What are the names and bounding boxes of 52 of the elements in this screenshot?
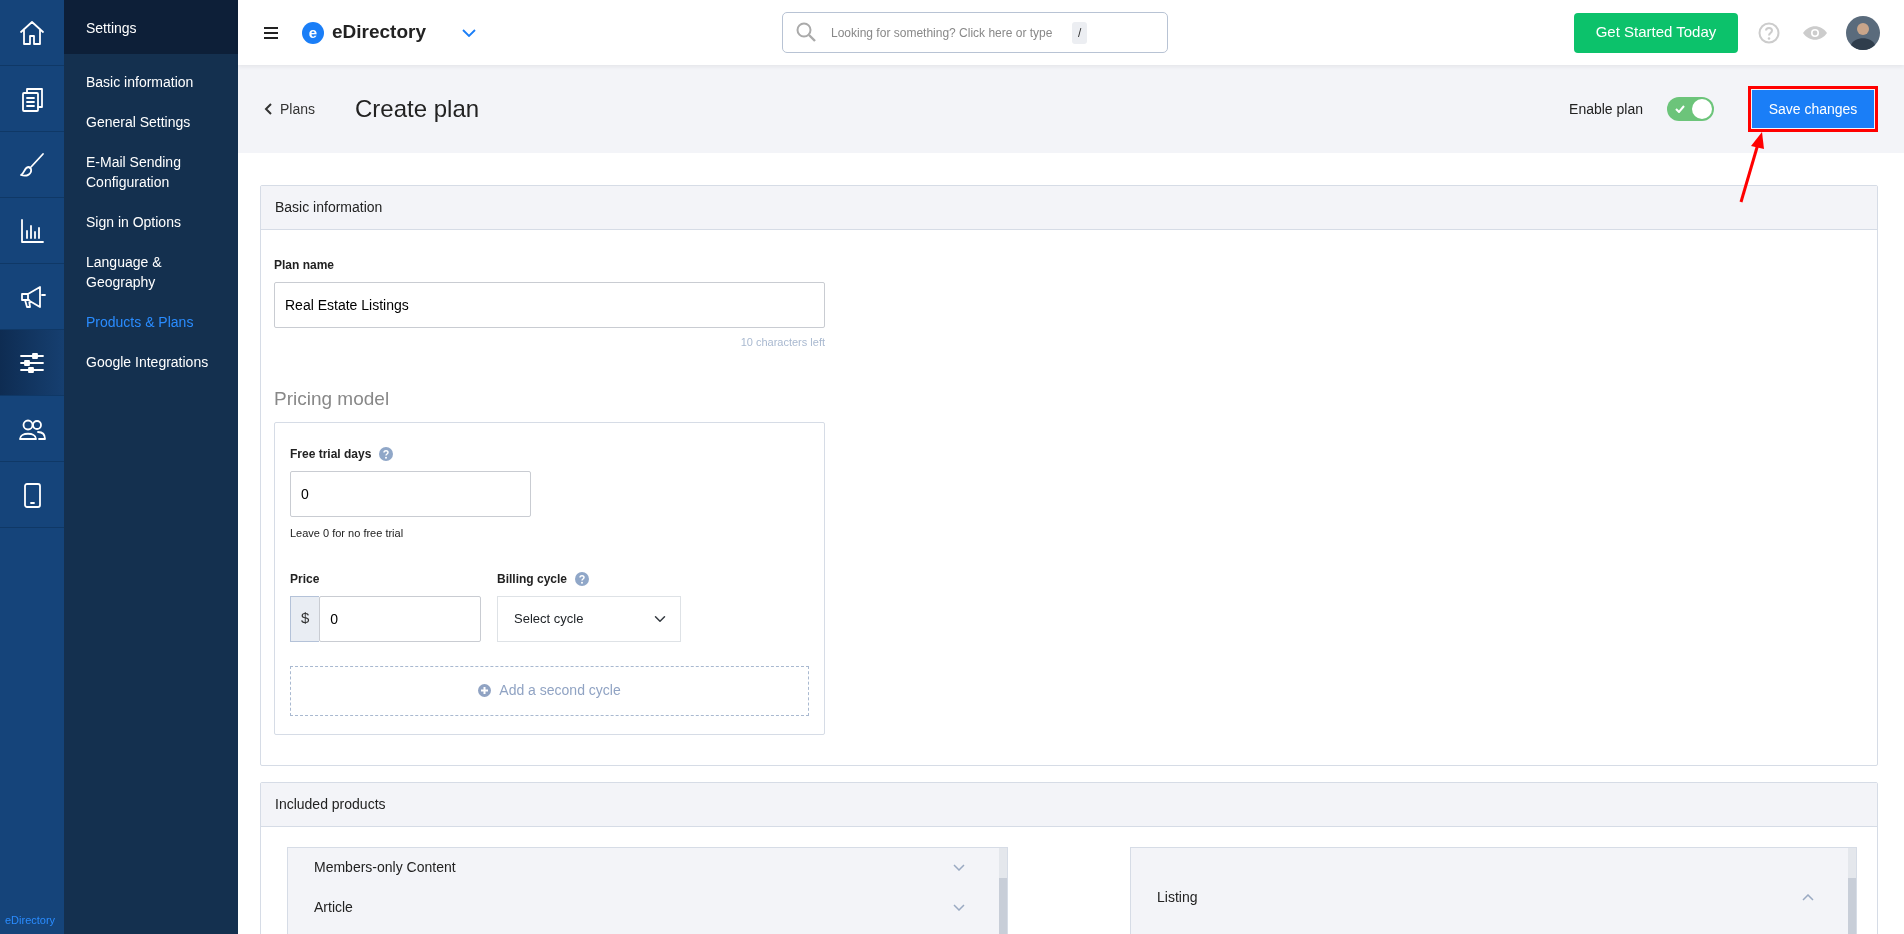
field-label: Free trial days [290, 446, 372, 463]
scrollbar-thumb[interactable] [999, 877, 1007, 934]
field-label: Plan name [274, 257, 336, 274]
character-count: 10 characters left [739, 335, 825, 350]
page-title: Create plan [355, 94, 480, 124]
toggle-label: Enable plan [1569, 99, 1643, 119]
avatar-icon[interactable] [1846, 15, 1880, 50]
enable-toggle[interactable] [1667, 97, 1714, 121]
chevron-up-icon [1802, 894, 1814, 901]
logo-mark: e [302, 21, 324, 44]
field-label: Billing cycle [497, 570, 568, 588]
section-header: Included products [261, 782, 1877, 827]
product-name: Members-only Content [314, 858, 456, 877]
input-field[interactable]: 0 [290, 471, 531, 517]
back-link[interactable]: Plans [264, 98, 316, 120]
chevron-down-icon [953, 864, 965, 871]
chevron-left-icon [264, 103, 272, 115]
product-row[interactable]: Listing [1131, 877, 1848, 918]
section-title: Pricing model [274, 386, 391, 411]
product-name: Listing [1157, 888, 1198, 907]
field-label: Price [290, 570, 321, 588]
menu-icon[interactable] [264, 26, 278, 39]
sidebar-item[interactable]: E-Mail Sending Configuration [64, 142, 238, 202]
help-text: Leave 0 for no free trial [290, 526, 405, 541]
sidebar-item[interactable]: Basic information [64, 62, 238, 102]
help-icon[interactable] [575, 571, 590, 586]
plus-circle-icon [478, 684, 492, 697]
cycle-dropdown[interactable]: Select cycle [497, 595, 681, 642]
section-header: Basic information [261, 186, 1877, 230]
sidebar-item[interactable]: Language & Geography [64, 242, 238, 302]
save-button[interactable]: Save changes [1752, 90, 1874, 128]
product-row[interactable]: Article [288, 887, 999, 928]
shortcut-key: / [1072, 22, 1088, 44]
brush-icon [18, 150, 46, 179]
help-icon[interactable] [379, 447, 394, 461]
chevron-down-icon[interactable] [462, 28, 476, 37]
sidebar-item[interactable]: Products & Plans [64, 302, 238, 342]
scrollbar-thumb[interactable] [1848, 877, 1856, 934]
input-field[interactable]: Real Estate Listings [274, 282, 825, 328]
product-row[interactable]: Members-only Content [288, 847, 999, 888]
sidebar-item[interactable]: General Settings [64, 102, 238, 142]
check-icon [1675, 105, 1685, 113]
footer-brand: eDirectory [4, 912, 57, 928]
logo-text: eDirectory [332, 20, 426, 45]
chevron-down-icon [953, 904, 965, 911]
home-icon [18, 18, 46, 47]
product-name: Article [314, 898, 353, 917]
sidebar-title: Settings [64, 0, 238, 54]
search-icon [796, 22, 816, 42]
bar-chart-icon [18, 216, 46, 245]
sidebar-item[interactable]: Google Integrations [64, 342, 238, 382]
sidebar-item[interactable]: Sign in Options [64, 202, 238, 242]
